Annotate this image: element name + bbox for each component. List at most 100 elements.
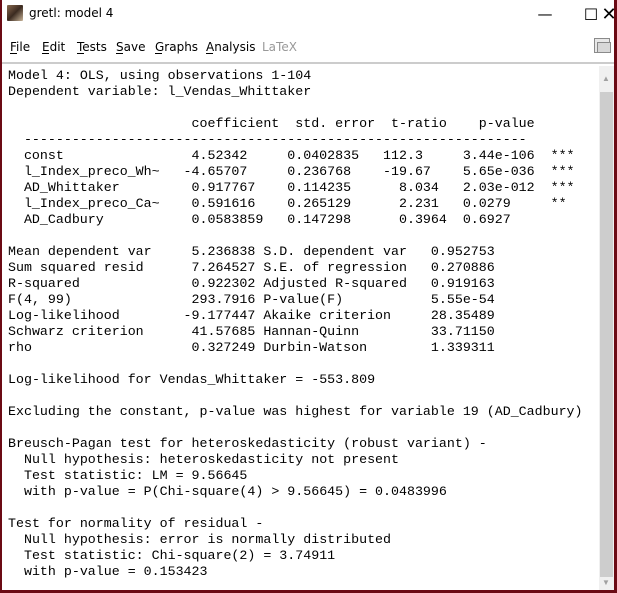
stat-value: -9.177447	[183, 308, 256, 323]
menu-bar: File Edit Tests Save Graphs Analysis LaT…	[2, 36, 614, 58]
header-text: Dependent variable: l_Vendas_Whittaker	[8, 84, 312, 99]
excluding-text: Excluding the constant, p-value was high…	[8, 404, 583, 419]
stat-label: S.E. of regression	[263, 260, 407, 275]
normality-test-text: Test for normality of residual -	[8, 516, 264, 531]
coefficient-value: 0.917767	[191, 180, 256, 195]
stat-row: rho 0.327249 Durbin-Watson 1.339311	[8, 340, 599, 356]
menu-tests[interactable]: Tests	[77, 40, 107, 54]
normality-test-line: Null hypothesis: error is normally distr…	[8, 532, 599, 548]
t-ratio-value: 2.231	[398, 196, 439, 211]
normality-test-text: Test statistic: Chi-square(2) = 3.74911	[8, 548, 336, 563]
blank	[8, 500, 599, 516]
table-row: const 4.52342 0.0402835 112.3 3.44e-106 ***	[8, 148, 599, 164]
table-rule: ----------------------------------------…	[23, 132, 527, 147]
stat-value: 0.922302	[191, 276, 256, 291]
std-error-value: 0.147298	[287, 212, 352, 227]
table-row: AD_Whittaker 0.917767 0.114235 8.034 2.03e-0…	[8, 180, 599, 196]
blank	[8, 388, 599, 404]
menu-analysis[interactable]: Analysis	[206, 40, 256, 54]
menu-latex: LaTeX	[262, 40, 297, 54]
coefficient-value: 4.52342	[191, 148, 248, 163]
stat-label: Mean dependent var	[8, 244, 152, 259]
excluding-line: Excluding the constant, p-value was high…	[8, 404, 599, 420]
stat-label: Sum squared resid	[8, 260, 144, 275]
column-header: p-value	[478, 116, 535, 131]
bp-test-line: Test statistic: LM = 9.56645	[8, 468, 599, 484]
menu-save[interactable]: Save	[116, 40, 146, 54]
minimize-button[interactable]: —	[522, 0, 568, 28]
stat-value: 41.57685	[191, 324, 256, 339]
stat-label: Adjusted R-squared	[263, 276, 407, 291]
column-header: t-ratio	[391, 116, 447, 131]
stat-row: Schwarz criterion 41.57685 Hannan-Quinn 33.…	[8, 324, 599, 340]
t-ratio-value: 0.3964	[398, 212, 447, 227]
p-value-value: 2.03e-012	[462, 180, 535, 195]
coefficient-value: -4.65707	[183, 164, 248, 179]
title-bar: gretl: model 4 — ☐ ✕	[2, 0, 617, 28]
table-row: AD_Cadbury 0.0583859 0.147298 0.3964 0.6927	[8, 212, 599, 228]
significance-stars: ***	[550, 148, 575, 163]
coefficient-value: 0.0583859	[191, 212, 264, 227]
stat-value: 28.35489	[430, 308, 495, 323]
variable-name: const	[23, 148, 64, 163]
header-line: Dependent variable: l_Vendas_Whittaker	[8, 84, 599, 100]
stat-label: Durbin-Watson	[263, 340, 368, 355]
bp-test-text: Test statistic: LM = 9.56645	[8, 468, 248, 483]
model-output-text[interactable]: Model 4: OLS, using observations 1-104 De…	[2, 68, 599, 590]
menu-edit[interactable]: Edit	[42, 40, 66, 54]
coefficient-value: 0.591616	[191, 196, 256, 211]
stat-value: 1.339311	[430, 340, 495, 355]
significance-stars: ***	[550, 164, 575, 179]
vertical-scrollbar[interactable]: ▲ ▼	[599, 66, 614, 590]
bp-test-line: Null hypothesis: heteroskedasticity not …	[8, 452, 599, 468]
stat-label: P-value(F)	[263, 292, 344, 307]
variable-name: l_Index_preco_Ca~	[23, 196, 160, 211]
menu-label: Save	[116, 40, 146, 54]
stat-label: R-squared	[8, 276, 80, 291]
divider	[2, 62, 614, 64]
menu-graphs[interactable]: Graphs	[155, 40, 199, 54]
blank	[8, 356, 599, 372]
t-ratio-value: -19.67	[383, 164, 431, 179]
loglik-line: Log-likelihood for Vendas_Whittaker = -5…	[8, 372, 599, 388]
stat-row: Mean dependent var 5.236838 S.D. dependent…	[8, 244, 599, 260]
stat-value: 0.270886	[430, 260, 495, 275]
std-error-value: 0.114235	[287, 180, 352, 195]
p-value-value: 0.6927	[462, 212, 511, 227]
blank	[8, 100, 599, 116]
blank	[8, 228, 599, 244]
bp-test-text: Breusch-Pagan test for heteroskedasticit…	[8, 436, 487, 451]
variable-name: AD_Whittaker	[23, 180, 120, 195]
stat-value: 293.7916	[191, 292, 256, 307]
std-error-value: 0.0402835	[287, 148, 360, 163]
t-ratio-value: 8.034	[398, 180, 439, 195]
scroll-down-arrow-icon[interactable]: ▼	[602, 578, 610, 587]
header-line: Model 4: OLS, using observations 1-104	[8, 68, 599, 84]
p-value-value: 3.44e-106	[462, 148, 535, 163]
close-button[interactable]: ✕	[601, 0, 616, 28]
stat-row: Log-likelihood -9.177447 Akaike criterion 2…	[8, 308, 599, 324]
normality-test-line: with p-value = 0.153423	[8, 564, 599, 580]
menu-file[interactable]: File	[10, 40, 31, 54]
table-rule: ----------------------------------------…	[8, 132, 599, 148]
normality-test-text: with p-value = 0.153423	[8, 564, 208, 579]
detach-window-icon[interactable]	[594, 38, 611, 53]
menu-label: Tests	[77, 40, 107, 54]
stat-value: 33.71150	[430, 324, 495, 339]
stat-label: F(4, 99)	[8, 292, 72, 307]
menu-label: Analysis	[206, 40, 256, 54]
std-error-value: 0.236768	[287, 164, 352, 179]
scroll-up-arrow-icon[interactable]: ▲	[602, 74, 610, 83]
table-header: coefficient std. error t-ratio p-value	[8, 116, 599, 132]
p-value-value: 0.0279	[462, 196, 511, 211]
bp-test-line: with p-value = P(Chi-square(4) > 9.56645…	[8, 484, 599, 500]
stat-value: 0.952753	[430, 244, 495, 259]
gretl-app-icon	[7, 5, 23, 21]
std-error-value: 0.265129	[287, 196, 352, 211]
significance-stars: **	[550, 196, 567, 211]
stat-row: F(4, 99) 293.7916 P-value(F) 5.55e-54	[8, 292, 599, 308]
stat-value: 0.327249	[191, 340, 256, 355]
menu-label: Edit	[42, 40, 66, 54]
scrollbar-thumb[interactable]	[600, 92, 613, 577]
stat-value: 5.55e-54	[430, 292, 495, 307]
